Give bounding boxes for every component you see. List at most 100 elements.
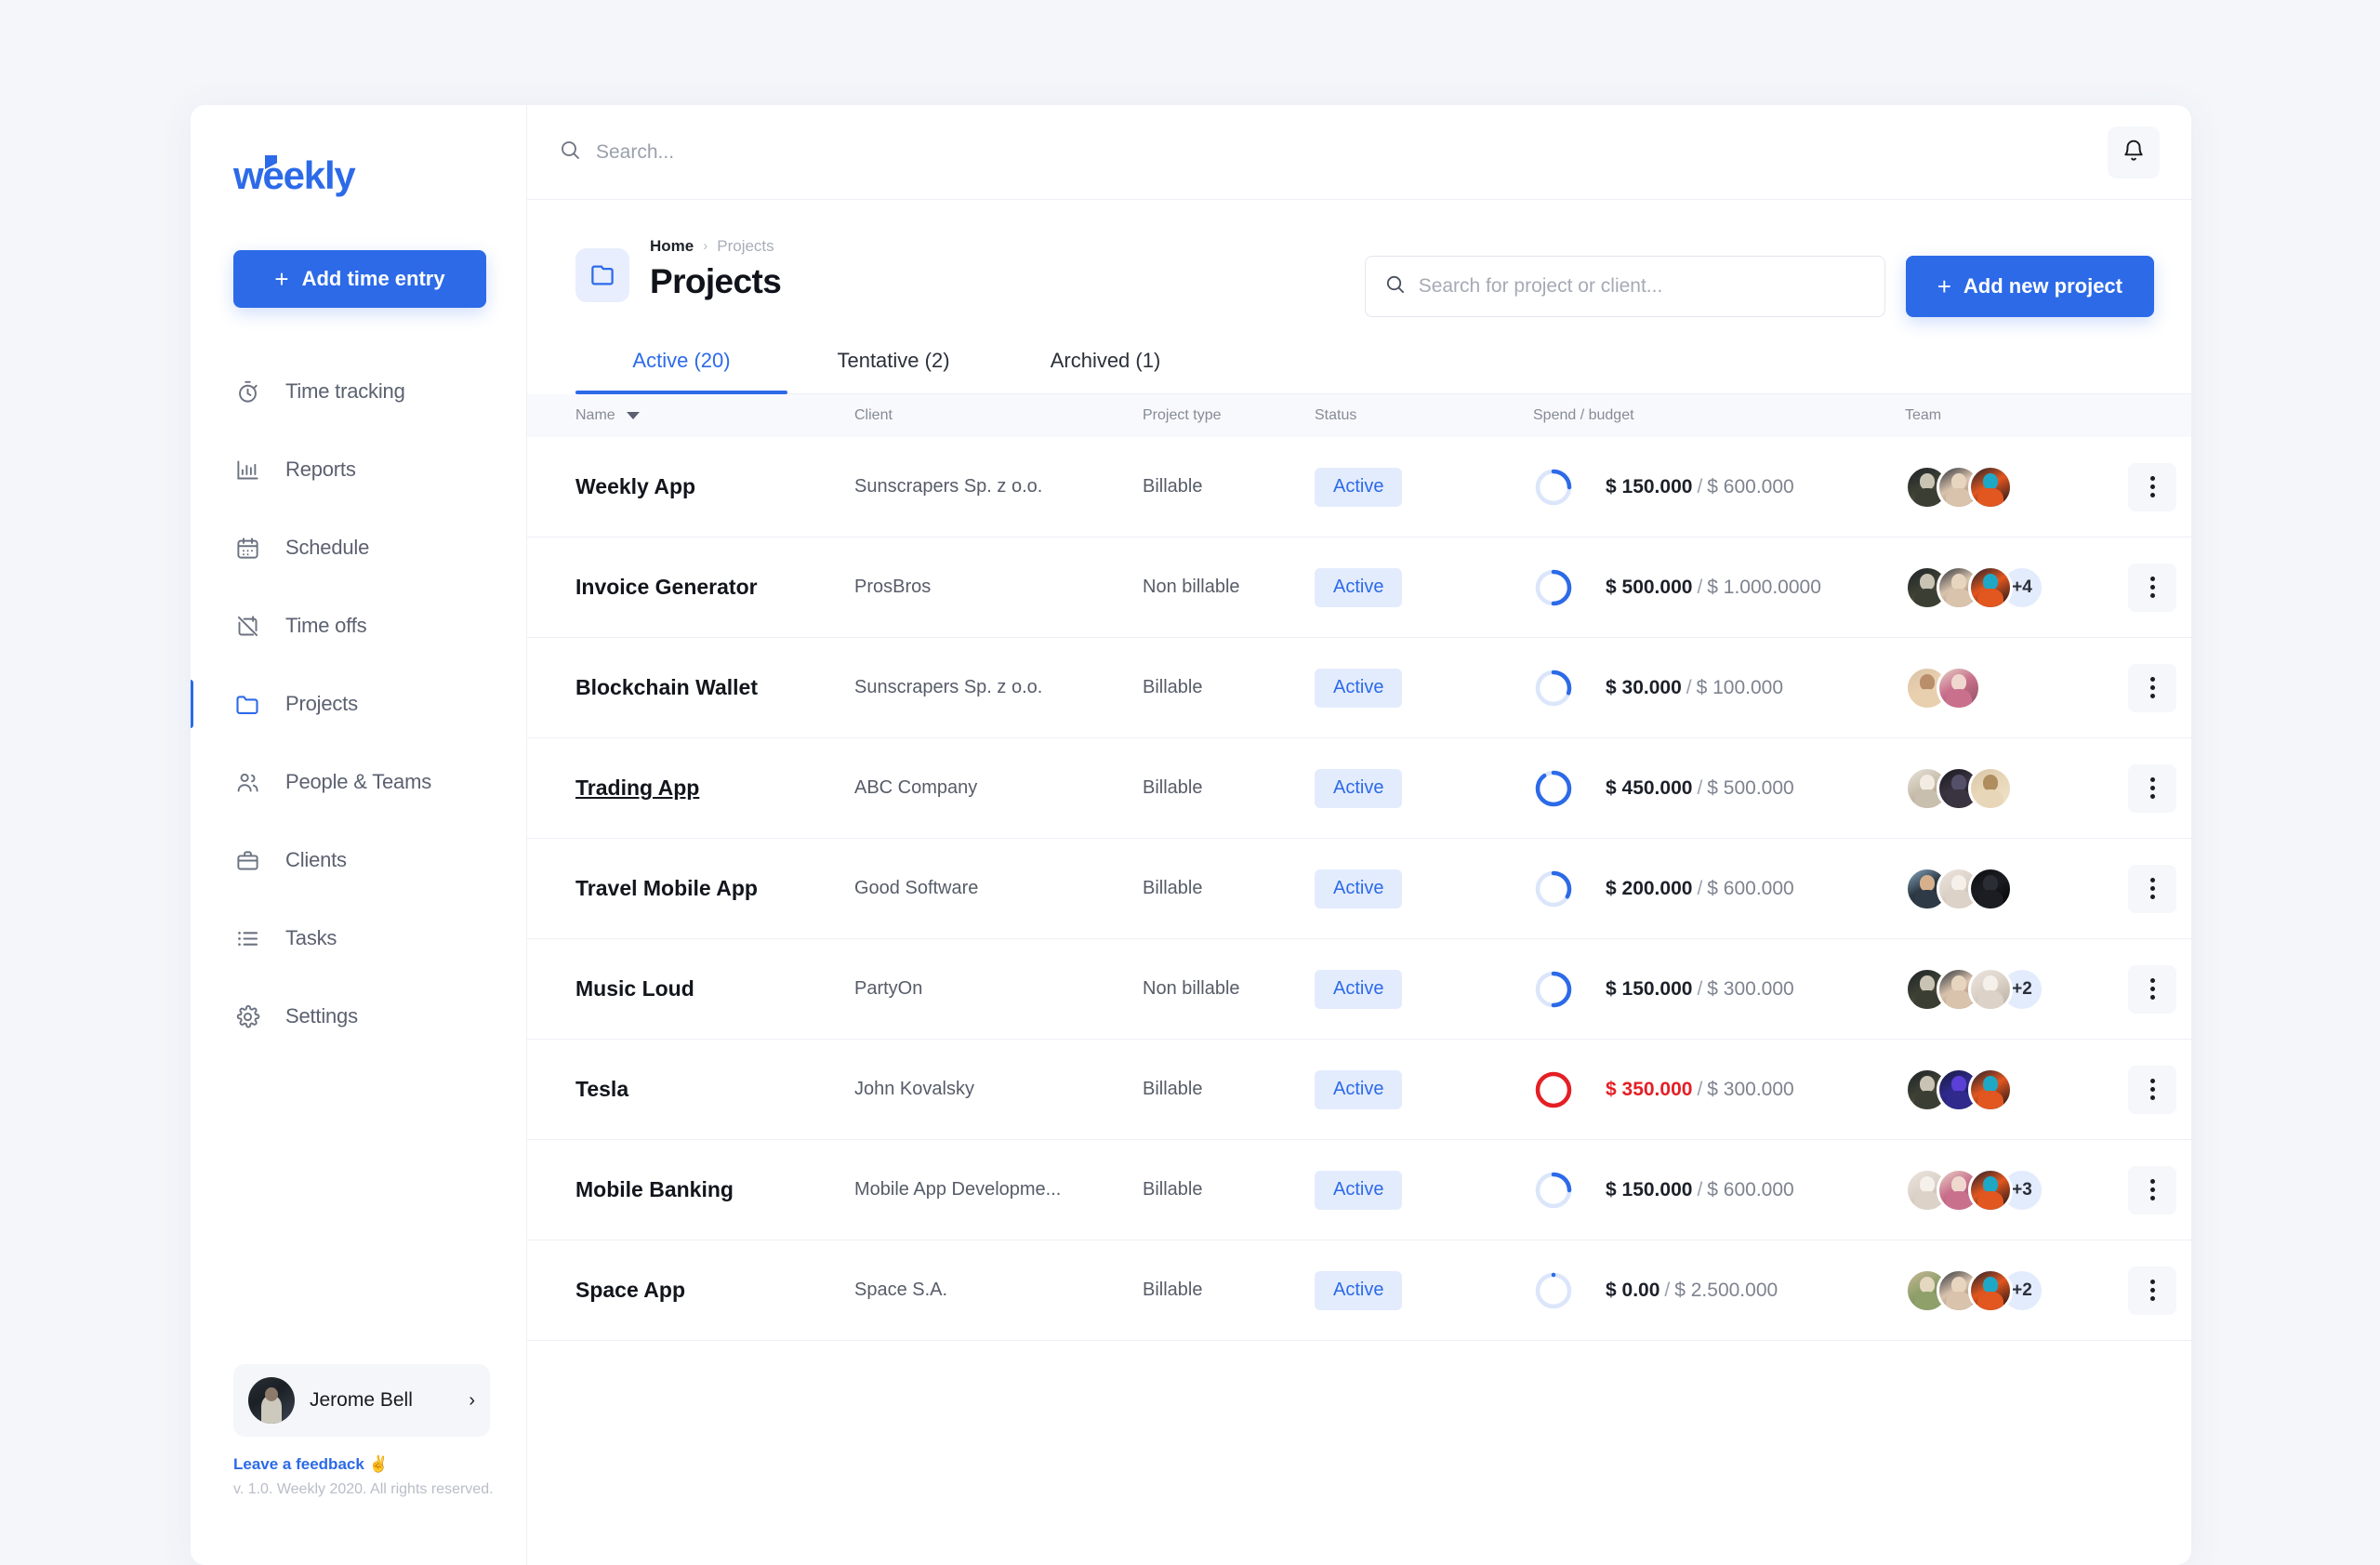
dot xyxy=(2149,895,2155,899)
people-icon xyxy=(233,768,261,796)
column-header-project-type[interactable]: Project type xyxy=(1143,407,1315,424)
project-name-link[interactable]: Mobile Banking xyxy=(575,1177,734,1202)
avatar[interactable] xyxy=(1968,1067,2013,1112)
notifications-button[interactable] xyxy=(2108,126,2160,179)
table-row[interactable]: Travel Mobile App Good Software Billable… xyxy=(527,839,2191,939)
spend-progress-ring xyxy=(1535,1272,1572,1308)
sidebar-item-time-tracking[interactable]: Time tracking xyxy=(191,352,526,431)
avatar[interactable] xyxy=(1968,1267,2013,1313)
team-avatars xyxy=(1905,866,2128,911)
avatar[interactable] xyxy=(1968,866,2013,911)
project-search-input[interactable] xyxy=(1418,275,1866,298)
project-name-link[interactable]: Music Loud xyxy=(575,976,694,1001)
sidebar-item-reports[interactable]: Reports xyxy=(191,431,526,509)
tab-active[interactable]: Active (20) xyxy=(575,349,787,394)
column-header-spend-budget[interactable]: Spend / budget xyxy=(1533,407,1905,424)
project-name-link[interactable]: Space App xyxy=(575,1278,685,1303)
table-row[interactable]: Mobile Banking Mobile App Developme... B… xyxy=(527,1140,2191,1240)
sort-descending-icon xyxy=(626,412,640,419)
project-type: Billable xyxy=(1143,476,1203,497)
table-row[interactable]: Blockchain Wallet Sunscrapers Sp. z o.o.… xyxy=(527,638,2191,738)
project-name-link[interactable]: Trading App xyxy=(575,776,699,801)
table-row[interactable]: Invoice Generator ProsBros Non billable … xyxy=(527,537,2191,638)
sidebar-item-people-teams[interactable]: People & Teams xyxy=(191,743,526,821)
table-row[interactable]: Space App Space S.A. Billable Active $ 0… xyxy=(527,1240,2191,1341)
tab-tentative[interactable]: Tentative (2) xyxy=(787,349,999,393)
column-header-name[interactable]: Name xyxy=(575,407,854,424)
table-row[interactable]: Music Loud PartyOn Non billable Active $… xyxy=(527,939,2191,1040)
add-new-project-button[interactable]: + Add new project xyxy=(1905,256,2154,317)
bar-chart-icon xyxy=(233,456,261,484)
project-name-link[interactable]: Tesla xyxy=(575,1077,628,1102)
row-menu-button[interactable] xyxy=(2128,1165,2176,1214)
breadcrumb-home[interactable]: Home xyxy=(650,237,694,256)
project-name-link[interactable]: Invoice Generator xyxy=(575,575,758,600)
sidebar-item-settings[interactable]: Settings xyxy=(191,977,526,1055)
plus-icon: + xyxy=(274,265,289,293)
row-menu-button[interactable] xyxy=(2128,663,2176,712)
spend-budget: $ 150.000/$ 300.000 xyxy=(1606,977,1794,1000)
dot xyxy=(2149,577,2155,581)
table-row[interactable]: Weekly App Sunscrapers Sp. z o.o. Billab… xyxy=(527,437,2191,537)
project-type: Billable xyxy=(1143,878,1203,898)
amount-budget: $ 600.000 xyxy=(1707,877,1794,899)
app-logo[interactable]: weekly xyxy=(233,153,356,198)
global-search[interactable] xyxy=(559,139,2108,166)
avatar[interactable] xyxy=(1968,464,2013,510)
avatar[interactable] xyxy=(1968,966,2013,1012)
project-name-link[interactable]: Blockchain Wallet xyxy=(575,675,758,700)
row-menu-button[interactable] xyxy=(2128,563,2176,612)
row-menu-button[interactable] xyxy=(2128,864,2176,913)
avatar[interactable] xyxy=(1968,1167,2013,1213)
sidebar-item-schedule[interactable]: Schedule xyxy=(191,509,526,587)
dot xyxy=(2149,1296,2155,1301)
spend-progress-ring xyxy=(1535,670,1572,706)
dot xyxy=(2149,476,2155,481)
header-actions: + Add new project xyxy=(1364,256,2154,317)
app-logo-text: weekly xyxy=(233,153,356,197)
sidebar-item-time-offs[interactable]: Time offs xyxy=(191,587,526,665)
sidebar-item-tasks[interactable]: Tasks xyxy=(191,899,526,977)
sidebar-item-projects[interactable]: Projects xyxy=(191,665,526,743)
status-badge: Active xyxy=(1315,869,1403,908)
project-type: Billable xyxy=(1143,677,1203,697)
client-name: Good Software xyxy=(854,878,979,898)
sidebar-item-label: Time offs xyxy=(285,614,367,637)
row-menu-button[interactable] xyxy=(2128,964,2176,1014)
team-avatars: +3 xyxy=(1905,1167,2128,1213)
breadcrumb-current: Projects xyxy=(717,236,774,255)
dot xyxy=(2149,484,2155,489)
sidebar-item-label: Clients xyxy=(285,848,347,871)
tab-archived[interactable]: Archived (1) xyxy=(999,349,1211,393)
user-profile-card[interactable]: Jerome Bell › xyxy=(233,1364,490,1437)
dot xyxy=(2149,987,2155,991)
project-name-link[interactable]: Travel Mobile App xyxy=(575,876,758,901)
column-header-client[interactable]: Client xyxy=(854,407,1143,424)
table-header: Name Client Project type Status Spend / … xyxy=(527,394,2191,437)
global-search-input[interactable] xyxy=(596,140,968,164)
avatar[interactable] xyxy=(1968,765,2013,811)
avatar[interactable] xyxy=(1968,564,2013,610)
project-type: Billable xyxy=(1143,777,1203,798)
project-name-link[interactable]: Weekly App xyxy=(575,474,695,499)
row-menu-button[interactable] xyxy=(2128,1065,2176,1114)
row-menu-button[interactable] xyxy=(2128,1266,2176,1315)
avatar[interactable] xyxy=(1937,665,1981,710)
status-badge: Active xyxy=(1315,1270,1403,1310)
client-name: Sunscrapers Sp. z o.o. xyxy=(854,677,1043,697)
dot xyxy=(2149,995,2155,1000)
sidebar-item-clients[interactable]: Clients xyxy=(191,821,526,899)
dot xyxy=(2149,794,2155,799)
project-search[interactable] xyxy=(1364,256,1885,317)
row-menu-button[interactable] xyxy=(2128,763,2176,813)
column-header-status[interactable]: Status xyxy=(1315,407,1533,424)
dot xyxy=(2149,1288,2155,1293)
table-row[interactable]: Tesla John Kovalsky Billable Active $ 35… xyxy=(527,1040,2191,1140)
add-time-entry-button[interactable]: + Add time entry xyxy=(233,250,486,308)
column-header-team[interactable]: Team xyxy=(1905,407,2128,424)
spend-progress-ring xyxy=(1535,971,1572,1007)
table-row[interactable]: Trading App ABC Company Billable Active … xyxy=(527,738,2191,839)
dot xyxy=(2149,978,2155,983)
leave-feedback-link[interactable]: Leave a feedback ✌ xyxy=(233,1455,389,1474)
row-menu-button[interactable] xyxy=(2128,462,2176,511)
